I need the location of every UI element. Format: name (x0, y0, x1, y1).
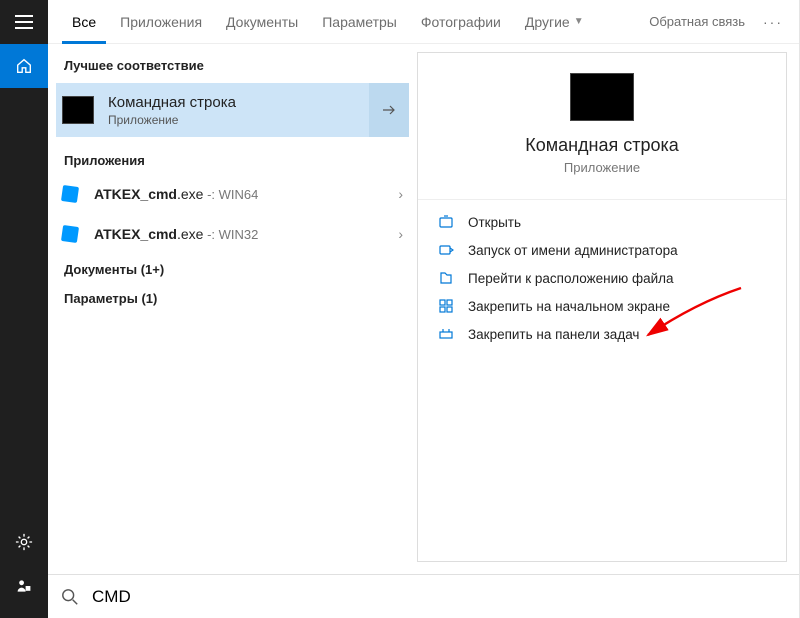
section-apps: Приложения (48, 145, 417, 174)
app-icon (61, 185, 79, 203)
chevron-right-icon: › (398, 226, 403, 242)
settings-button[interactable] (0, 520, 48, 564)
account-button[interactable] (0, 564, 48, 608)
home-button[interactable] (0, 44, 48, 88)
hamburger-icon (15, 15, 33, 29)
hamburger-button[interactable] (0, 0, 48, 44)
feedback-link[interactable]: Обратная связь (643, 14, 751, 29)
detail-actions: Открыть Запуск от имени администратора П… (418, 199, 786, 356)
search-icon (48, 588, 92, 606)
shield-icon (438, 242, 454, 258)
section-settings[interactable]: Параметры (1) (48, 283, 417, 312)
app-result-name: ATKEX_cmd.exe -: WIN64 (94, 186, 258, 202)
app-result-name: ATKEX_cmd.exe -: WIN32 (94, 226, 258, 242)
app-icon (61, 225, 79, 243)
action-open-location[interactable]: Перейти к расположению файла (418, 264, 786, 292)
action-pin-start[interactable]: Закрепить на начальном экране (418, 292, 786, 320)
app-result-item[interactable]: ATKEX_cmd.exe -: WIN64 › (48, 174, 417, 214)
left-rail (0, 0, 48, 618)
tab-other[interactable]: Другие▼ (515, 0, 594, 44)
open-icon (438, 214, 454, 230)
results-column: Лучшее соответствие Командная строка При… (48, 44, 417, 574)
detail-panel: Командная строка Приложение Открыть Запу… (417, 52, 787, 562)
pin-taskbar-icon (438, 326, 454, 342)
action-pin-taskbar[interactable]: Закрепить на панели задач (418, 320, 786, 348)
search-bar (48, 574, 799, 618)
expand-arrow-button[interactable] (369, 83, 409, 137)
tab-settings[interactable]: Параметры (312, 0, 407, 44)
section-documents[interactable]: Документы (1+) (48, 254, 417, 283)
home-icon (15, 57, 33, 75)
app-result-item[interactable]: ATKEX_cmd.exe -: WIN32 › (48, 214, 417, 254)
detail-title: Командная строка (418, 135, 786, 156)
main-panel: Все Приложения Документы Параметры Фотог… (48, 0, 800, 618)
search-input[interactable] (92, 575, 799, 618)
search-tabs: Все Приложения Документы Параметры Фотог… (48, 0, 799, 44)
tab-all[interactable]: Все (62, 0, 106, 44)
section-best-match: Лучшее соответствие (48, 50, 417, 79)
arrow-right-icon (381, 102, 397, 118)
detail-subtitle: Приложение (418, 160, 786, 175)
tab-photos[interactable]: Фотографии (411, 0, 511, 44)
chevron-right-icon: › (398, 186, 403, 202)
tab-apps[interactable]: Приложения (110, 0, 212, 44)
pin-start-icon (438, 298, 454, 314)
account-icon (16, 578, 32, 594)
best-match-subtitle: Приложение (108, 113, 369, 127)
detail-thumbnail-icon (570, 73, 634, 121)
best-match-title: Командная строка (108, 94, 369, 111)
gear-icon (15, 533, 33, 551)
best-match-item[interactable]: Командная строка Приложение (56, 83, 409, 137)
action-run-admin[interactable]: Запуск от имени администратора (418, 236, 786, 264)
chevron-down-icon: ▼ (574, 16, 584, 27)
tab-documents[interactable]: Документы (216, 0, 308, 44)
action-open[interactable]: Открыть (418, 208, 786, 236)
more-button[interactable]: ··· (755, 14, 791, 30)
folder-icon (438, 270, 454, 286)
cmd-thumbnail-icon (62, 96, 94, 124)
